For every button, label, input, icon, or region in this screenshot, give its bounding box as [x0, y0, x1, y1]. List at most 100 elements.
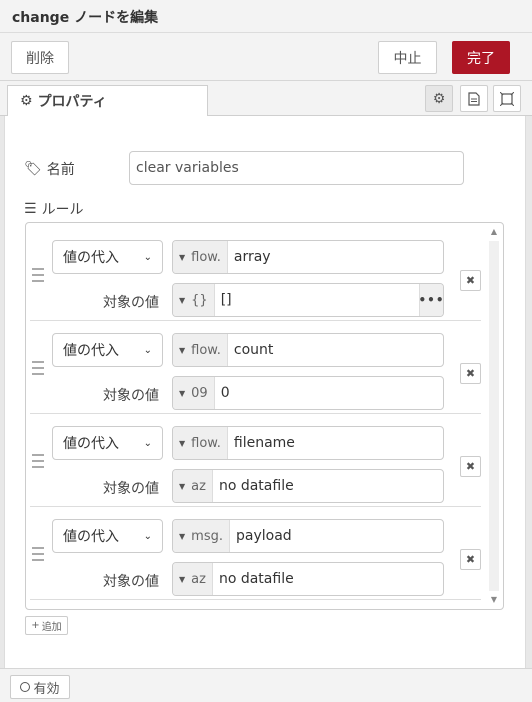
rule-row: 値の代入 ⌄ ▼ flow. count 対象の値 ▼ 09 0 ✖ — [30, 321, 481, 414]
close-icon: ✖ — [465, 553, 476, 566]
target-value[interactable]: 0 — [215, 385, 443, 401]
document-icon — [468, 91, 480, 106]
scroll-down-arrow-icon[interactable]: ▼ — [487, 595, 501, 604]
string-type-icon: az — [191, 478, 206, 494]
rule-target-field[interactable]: ▼ 09 0 — [172, 376, 444, 410]
target-type-selector[interactable]: ▼ az — [173, 470, 213, 502]
caret-down-icon: ▼ — [179, 574, 186, 584]
appearance-tab-button[interactable] — [493, 85, 521, 112]
rule-target-field[interactable]: ▼ {} [] ••• — [172, 283, 444, 317]
caret-down-icon: ▼ — [179, 438, 186, 448]
rule-action-value: 値の代入 — [63, 436, 119, 452]
target-label: 対象の値 — [103, 388, 159, 404]
caret-down-icon: ▼ — [179, 345, 186, 355]
add-rule-label: 追加 — [41, 622, 62, 633]
gear-icon: ⚙ — [432, 90, 446, 107]
scroll-thumb[interactable] — [489, 241, 499, 591]
left-resize-edge[interactable] — [0, 116, 5, 668]
caret-down-icon: ▼ — [179, 481, 186, 491]
property-type-selector[interactable]: ▼ msg. — [173, 520, 230, 552]
rule-action-select[interactable]: 値の代入 ⌄ — [52, 426, 163, 460]
target-value[interactable]: no datafile — [213, 478, 443, 494]
dialog-toolbar: 削除 中止 完了 — [0, 33, 532, 81]
drag-handle-icon[interactable] — [32, 454, 46, 472]
target-label: 対象の値 — [103, 481, 159, 497]
close-icon: ✖ — [465, 274, 476, 287]
property-type-label: msg. — [191, 528, 223, 544]
target-type-selector[interactable]: ▼ {} — [173, 284, 215, 316]
rule-target-field[interactable]: ▼ az no datafile — [172, 469, 444, 503]
delete-rule-button[interactable]: ✖ — [460, 270, 481, 291]
close-icon: ✖ — [465, 460, 476, 473]
description-tab-button[interactable] — [460, 85, 488, 112]
json-type-icon: {} — [191, 292, 208, 308]
right-resize-edge[interactable] — [525, 116, 532, 668]
name-label-text: 名前 — [46, 162, 75, 178]
property-type-selector[interactable]: ▼ flow. — [173, 241, 228, 273]
expand-editor-button[interactable]: ••• — [419, 284, 443, 316]
target-value[interactable]: no datafile — [213, 571, 443, 587]
target-label: 対象の値 — [103, 295, 159, 311]
property-value[interactable]: count — [228, 342, 443, 358]
rules-label-text: ルール — [41, 202, 84, 218]
chevron-down-icon: ⌄ — [143, 251, 152, 263]
done-button[interactable]: 完了 — [452, 41, 510, 74]
caret-down-icon: ▼ — [179, 388, 186, 398]
property-value[interactable]: array — [228, 249, 443, 265]
rule-action-select[interactable]: 値の代入 ⌄ — [52, 333, 163, 367]
frame-icon — [500, 91, 514, 106]
tab-properties[interactable]: ⚙ プロパティ — [7, 85, 208, 117]
delete-rule-button[interactable]: ✖ — [460, 363, 481, 384]
drag-handle-icon[interactable] — [32, 547, 46, 565]
dialog-title: change ノードを編集 — [0, 0, 532, 33]
rules-scrollbar[interactable]: ▲ ▼ — [487, 227, 501, 607]
rules-label: ☰ ルール — [24, 199, 84, 219]
caret-down-icon: ▼ — [179, 295, 186, 305]
caret-down-icon: ▼ — [179, 531, 186, 541]
rule-row: 値の代入 ⌄ ▼ flow. filename 対象の値 ▼ az no dat… — [30, 414, 481, 507]
plus-icon: + — [31, 620, 40, 631]
target-value[interactable]: [] — [215, 292, 419, 308]
target-type-selector[interactable]: ▼ 09 — [173, 377, 215, 409]
name-input[interactable] — [129, 151, 464, 185]
name-label: 🏷 名前 — [24, 159, 75, 179]
rule-property-field[interactable]: ▼ msg. payload — [172, 519, 444, 553]
enabled-label: 有効 — [33, 681, 60, 697]
rule-action-value: 値の代入 — [63, 250, 119, 266]
rule-property-field[interactable]: ▼ flow. count — [172, 333, 444, 367]
target-type-selector[interactable]: ▼ az — [173, 563, 213, 595]
property-type-label: flow. — [191, 435, 221, 451]
close-icon: ✖ — [465, 367, 476, 380]
scroll-up-arrow-icon[interactable]: ▲ — [487, 227, 501, 236]
rule-property-field[interactable]: ▼ flow. filename — [172, 426, 444, 460]
rule-property-field[interactable]: ▼ flow. array — [172, 240, 444, 274]
target-label: 対象の値 — [103, 574, 159, 590]
caret-down-icon: ▼ — [179, 252, 186, 262]
enabled-toggle-button[interactable]: 有効 — [10, 675, 70, 699]
rule-action-select[interactable]: 値の代入 ⌄ — [52, 240, 163, 274]
rule-row: 値の代入 ⌄ ▼ flow. array 対象の値 ▼ {} [] ••• ✖ — [30, 228, 481, 321]
property-type-label: flow. — [191, 249, 221, 265]
add-rule-button[interactable]: + 追加 — [25, 616, 68, 635]
rule-action-value: 値の代入 — [63, 343, 119, 359]
cancel-button[interactable]: 中止 — [378, 41, 437, 74]
drag-handle-icon[interactable] — [32, 268, 46, 286]
dialog-footer: 有効 — [0, 668, 532, 702]
gear-icon: ⚙ — [20, 93, 33, 109]
chevron-down-icon: ⌄ — [143, 437, 152, 449]
rule-action-select[interactable]: 値の代入 ⌄ — [52, 519, 163, 553]
property-value[interactable]: filename — [228, 435, 443, 451]
rule-row: 値の代入 ⌄ ▼ msg. payload 対象の値 ▼ az no dataf… — [30, 507, 481, 600]
tag-icon: 🏷 — [24, 161, 42, 177]
property-value[interactable]: payload — [230, 528, 443, 544]
property-type-selector[interactable]: ▼ flow. — [173, 427, 228, 459]
delete-rule-button[interactable]: ✖ — [460, 456, 481, 477]
chevron-down-icon: ⌄ — [143, 344, 152, 356]
delete-button[interactable]: 削除 — [11, 41, 69, 74]
delete-rule-button[interactable]: ✖ — [460, 549, 481, 570]
property-type-selector[interactable]: ▼ flow. — [173, 334, 228, 366]
drag-handle-icon[interactable] — [32, 361, 46, 379]
settings-tab-button[interactable]: ⚙ — [425, 85, 453, 112]
rule-target-field[interactable]: ▼ az no datafile — [172, 562, 444, 596]
circle-icon — [20, 682, 31, 692]
